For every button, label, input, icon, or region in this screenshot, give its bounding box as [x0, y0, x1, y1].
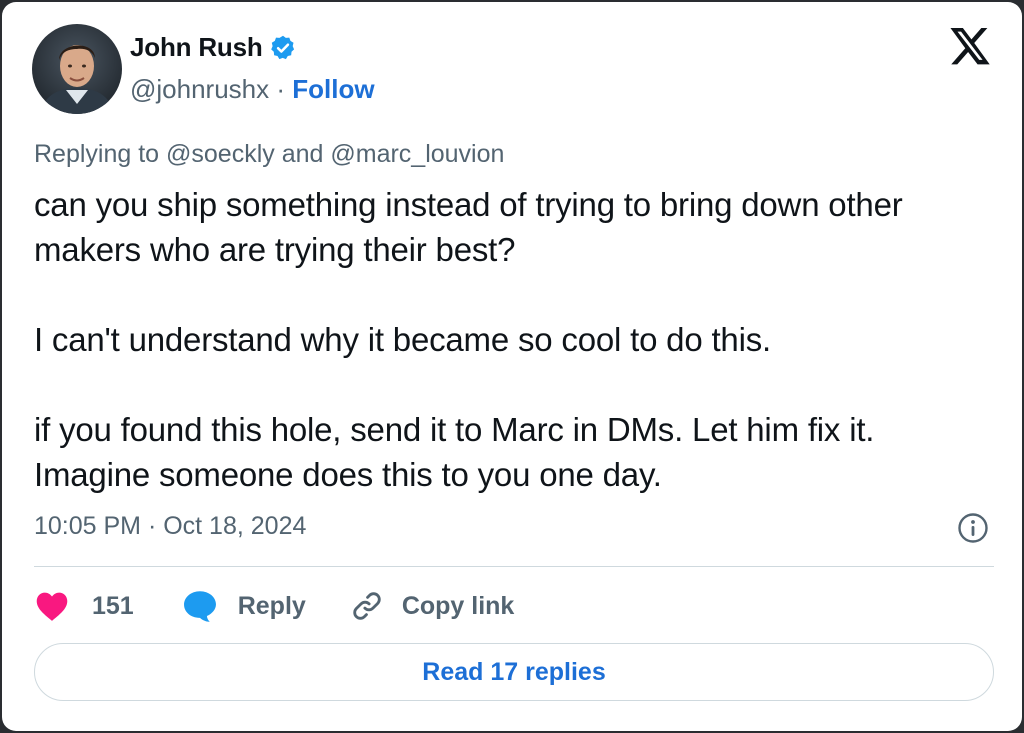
x-logo-icon[interactable] [948, 28, 992, 68]
tweet-paragraph: I can't understand why it became so cool… [34, 321, 771, 358]
tweet-text: can you ship something instead of trying… [34, 182, 994, 497]
reply-label: Reply [237, 591, 306, 620]
avatar-image [32, 24, 122, 114]
like-count: 151 [92, 591, 134, 620]
author-name-row: John Rush [130, 32, 297, 63]
handle-separator: · [276, 74, 286, 104]
author-name[interactable]: John Rush [130, 32, 263, 63]
author-handle[interactable]: @johnrushx [130, 74, 269, 104]
reply-button[interactable]: Reply [182, 589, 306, 623]
copy-link-button[interactable]: Copy link [350, 589, 515, 623]
replying-to-text: Replying to @soeckly and @marc_louvion [34, 140, 505, 168]
like-button[interactable]: 151 [34, 590, 134, 622]
action-bar: 151 Reply Copy link [34, 588, 514, 624]
follow-button[interactable]: Follow [292, 74, 374, 104]
tweet-paragraph: if you found this hole, send it to Marc … [34, 411, 875, 493]
verified-badge-icon [269, 34, 297, 62]
author-handle-row: @johnrushx · Follow [130, 74, 375, 105]
copy-link-label: Copy link [401, 591, 515, 620]
divider [34, 566, 994, 567]
link-icon [353, 592, 381, 620]
tweet-timestamp[interactable]: 10:05 PM · Oct 18, 2024 [34, 512, 306, 541]
info-icon[interactable] [957, 512, 989, 544]
tweet-paragraph: can you ship something instead of trying… [34, 186, 903, 268]
speech-bubble-icon [183, 591, 216, 622]
heart-icon [36, 592, 68, 621]
tweet-card: John Rush @johnrushx · Follow Replying t… [2, 2, 1022, 731]
avatar[interactable] [32, 24, 122, 114]
read-replies-button[interactable]: Read 17 replies [34, 643, 994, 701]
